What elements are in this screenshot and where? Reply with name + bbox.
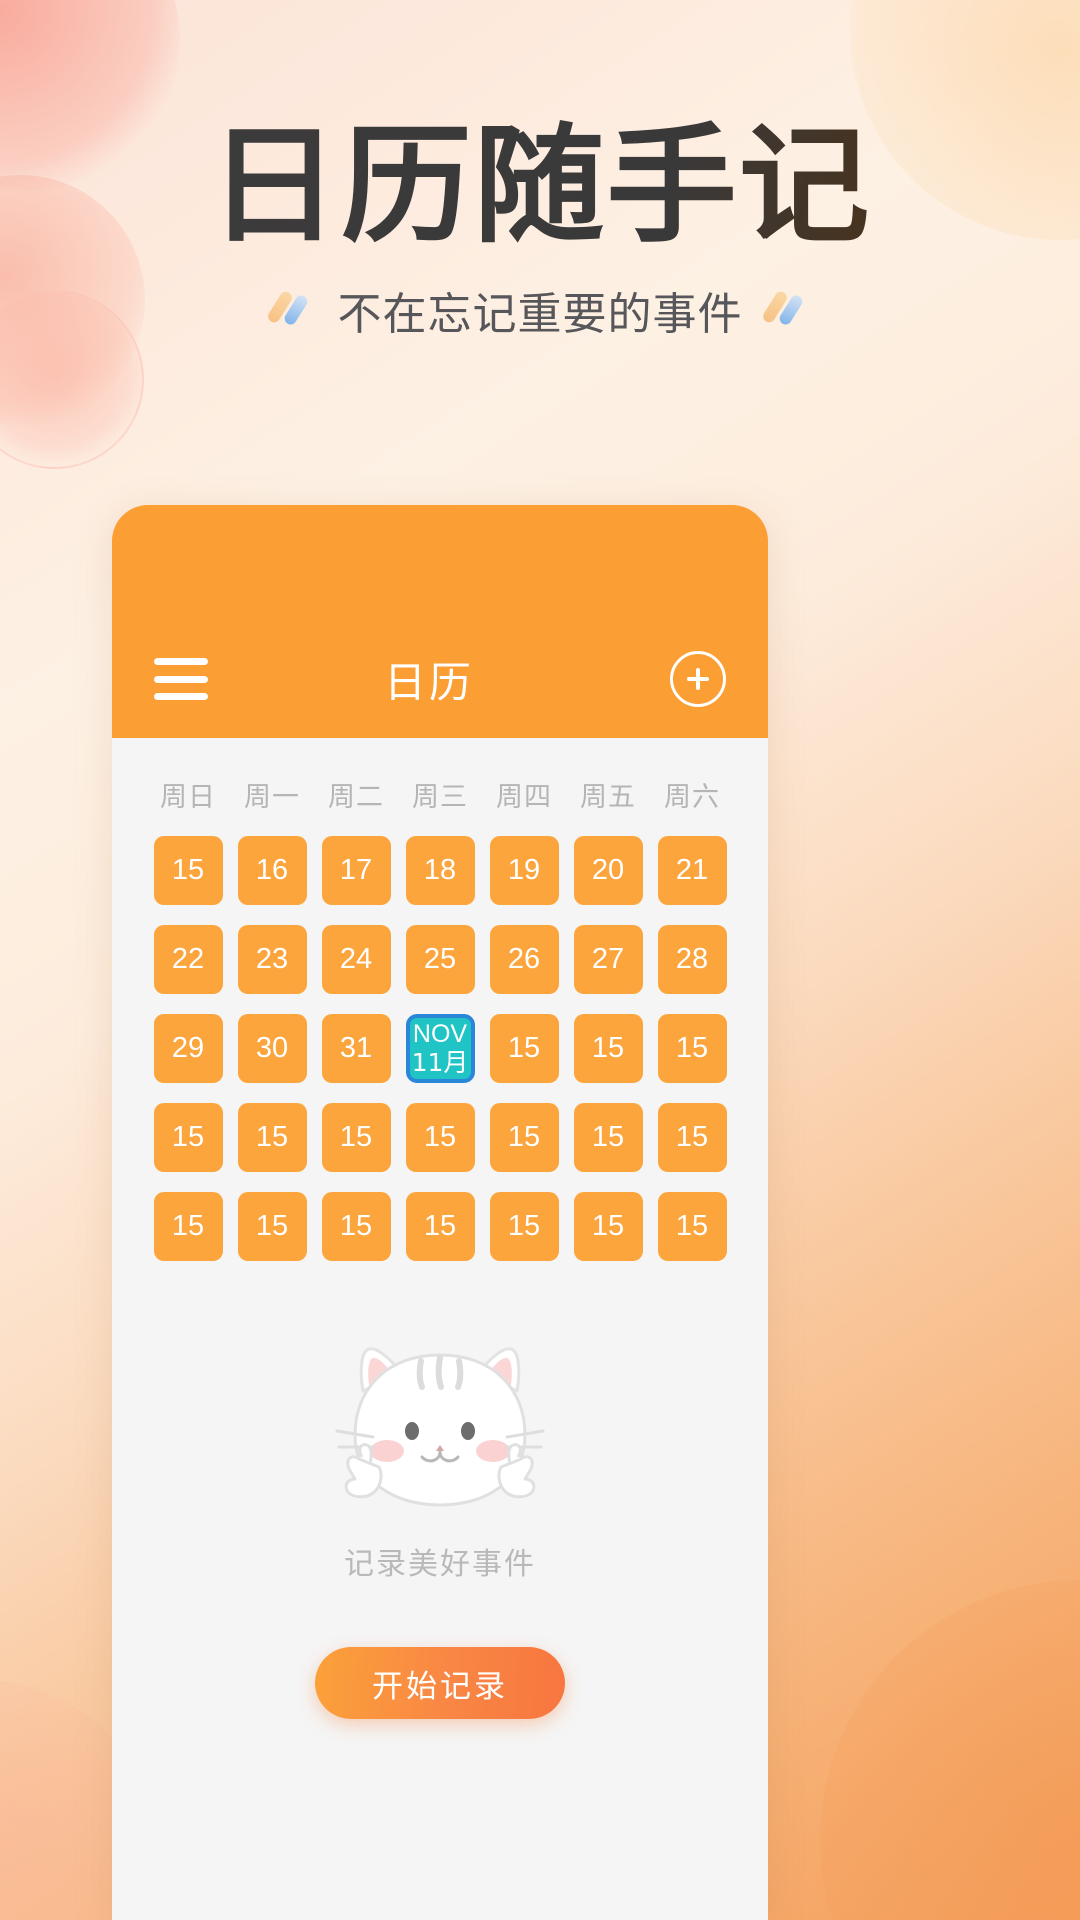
calendar-day-cell[interactable]: 15	[321, 1103, 391, 1172]
calendar-day-cell[interactable]: 15	[153, 1103, 223, 1172]
calendar-day-cell[interactable]: 24	[321, 925, 391, 994]
calendar-day-cell[interactable]: 15	[657, 1103, 727, 1172]
weekday-label: 周日	[160, 782, 216, 813]
month-marker-abbrev: NOV	[412, 1020, 468, 1048]
calendar-day-cell[interactable]: 15	[657, 1014, 727, 1083]
calendar-grid: 15 16 17 18 19 20 21 22 23 24 25 26 27 28 29 30 31 NOV 11月…	[146, 836, 734, 1261]
hero-section: 日历随手记 不在忘记重要的事件	[0, 117, 1080, 342]
calendar-day-cell[interactable]: 15	[153, 836, 223, 905]
hero-subtitle-row: 不在忘记重要的事件	[0, 278, 1080, 342]
double-slash-icon-right	[760, 288, 811, 332]
app-bar-title: 日历	[383, 657, 474, 707]
weekday-label: 周一	[244, 782, 300, 813]
calendar-day-cell[interactable]: 30	[237, 1014, 307, 1083]
weekday-label: 周五	[580, 782, 636, 813]
weekday-label: 周四	[496, 782, 552, 813]
calendar-day-cell[interactable]: 15	[489, 1103, 559, 1172]
calendar-day-cell[interactable]: 19	[489, 836, 559, 905]
start-record-button[interactable]: 开始记录	[315, 1647, 565, 1719]
app-bar-row: 日历	[112, 620, 768, 738]
background-blob-bottom-right	[820, 1580, 1080, 1920]
calendar-day-cell[interactable]: 15	[321, 1192, 391, 1261]
weekday-label: 周二	[328, 782, 384, 813]
calendar-day-cell[interactable]: 15	[405, 1103, 475, 1172]
calendar-day-cell[interactable]: 22	[153, 925, 223, 994]
cat-mascot-icon	[335, 1347, 545, 1507]
month-marker-cn: 11月	[411, 1048, 469, 1077]
calendar-day-cell[interactable]: 15	[237, 1192, 307, 1261]
plus-circle-icon[interactable]	[670, 651, 726, 707]
calendar-week-row: 29 30 31 NOV 11月 15 15 15	[146, 1014, 734, 1083]
empty-state-text: 记录美好事件	[344, 1547, 536, 1582]
calendar-day-cell[interactable]: 15	[489, 1192, 559, 1261]
calendar-day-cell[interactable]: 26	[489, 925, 559, 994]
calendar-day-cell[interactable]: 15	[657, 1192, 727, 1261]
calendar-day-cell[interactable]: 15	[489, 1014, 559, 1083]
calendar-week-row: 15 16 17 18 19 20 21	[146, 836, 734, 905]
calendar-day-cell[interactable]: 29	[153, 1014, 223, 1083]
calendar-week-row: 15 15 15 15 15 15 15	[146, 1103, 734, 1172]
calendar-day-cell[interactable]: 15	[573, 1103, 643, 1172]
calendar-day-cell[interactable]: 18	[405, 836, 475, 905]
calendar-day-cell[interactable]: 15	[405, 1192, 475, 1261]
calendar-day-cell[interactable]: 31	[321, 1014, 391, 1083]
calendar-month-marker-cell[interactable]: NOV 11月	[405, 1014, 475, 1083]
app-bar: 日历	[112, 505, 768, 738]
calendar-week-row: 22 23 24 25 26 27 28	[146, 925, 734, 994]
calendar-weekday-header: 周日 周一 周二 周三 周四 周五 周六	[146, 775, 734, 814]
calendar-week-row: 15 15 15 15 15 15 15	[146, 1192, 734, 1261]
calendar-day-cell[interactable]: 15	[573, 1192, 643, 1261]
empty-state: 记录美好事件	[112, 1327, 768, 1583]
page-title: 日历随手记	[0, 117, 1080, 256]
calendar-day-cell[interactable]: 16	[237, 836, 307, 905]
calendar-day-cell[interactable]: 17	[321, 836, 391, 905]
calendar-day-cell[interactable]: 15	[237, 1103, 307, 1172]
weekday-label: 周六	[664, 782, 720, 813]
calendar-day-cell[interactable]: 15	[153, 1192, 223, 1261]
calendar-day-cell[interactable]: 20	[573, 836, 643, 905]
app-preview-card: 日历 周日 周一 周二 周三 周四 周五 周六 15 16 17 18 19 20 21 22 23 24 25…	[112, 505, 768, 1920]
weekday-label: 周三	[412, 782, 468, 813]
calendar-day-cell[interactable]: 27	[573, 925, 643, 994]
calendar: 周日 周一 周二 周三 周四 周五 周六 15 16 17 18 19 20 21 22 23 24 25 26 2…	[112, 775, 768, 1261]
cta-row: 开始记录	[112, 1647, 768, 1719]
calendar-day-cell[interactable]: 28	[657, 925, 727, 994]
calendar-day-cell[interactable]: 25	[405, 925, 475, 994]
double-slash-icon-left	[265, 288, 316, 332]
calendar-day-cell[interactable]: 15	[573, 1014, 643, 1083]
calendar-day-cell[interactable]: 21	[657, 836, 727, 905]
page-subtitle: 不在忘记重要的事件	[337, 289, 743, 341]
calendar-day-cell[interactable]: 23	[237, 925, 307, 994]
